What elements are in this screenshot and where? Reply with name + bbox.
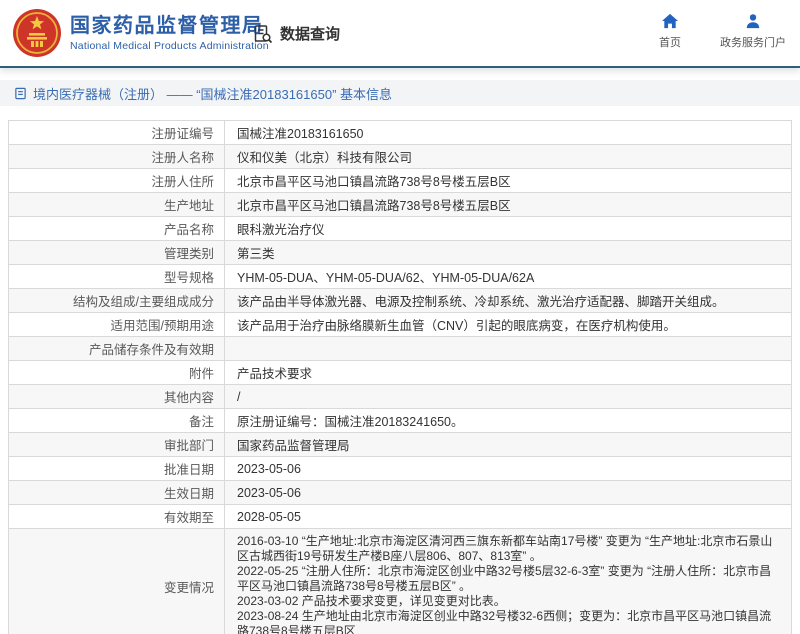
- row-value: YHM-05-DUA、YHM-05-DUA/62、YHM-05-DUA/62A: [225, 265, 791, 288]
- row-label: 管理类别: [9, 241, 225, 264]
- table-row: 有效期至2028-05-05: [9, 505, 791, 529]
- table-row: 适用范围/预期用途该产品用于治疗由脉络膜新生血管（CNV）引起的眼底病变，在医疗…: [9, 313, 791, 337]
- registration-info-table: 注册证编号国械注准20183161650 注册人名称仪和仪美（北京）科技有限公司…: [8, 120, 792, 634]
- nav-item-home[interactable]: 首页: [650, 13, 690, 50]
- row-label: 适用范围/预期用途: [9, 313, 225, 336]
- row-value: 2023-05-06: [225, 481, 791, 504]
- row-value: 北京市昌平区马池口镇昌流路738号8号楼五层B区: [225, 169, 791, 192]
- row-label: 产品名称: [9, 217, 225, 240]
- table-row: 附件产品技术要求: [9, 361, 791, 385]
- breadcrumb: 境内医疗器械（注册） —— “国械注准20183161650” 基本信息: [0, 80, 800, 106]
- row-value: [225, 337, 791, 360]
- document-search-icon: [253, 24, 273, 44]
- row-label: 注册人住所: [9, 169, 225, 192]
- site-subtitle: National Medical Products Administration: [70, 40, 269, 52]
- nmpa-logo[interactable]: 国家药品监督管理局 National Medical Products Admi…: [12, 8, 269, 58]
- row-label: 附件: [9, 361, 225, 384]
- national-emblem-icon: [12, 8, 62, 58]
- table-row: 生产地址北京市昌平区马池口镇昌流路738号8号楼五层B区: [9, 193, 791, 217]
- table-row: 生效日期2023-05-06: [9, 481, 791, 505]
- row-label: 产品储存条件及有效期: [9, 337, 225, 360]
- breadcrumb-text: 境内医疗器械（注册） —— “国械注准20183161650” 基本信息: [33, 84, 392, 103]
- row-value: 产品技术要求: [225, 361, 791, 384]
- row-label: 注册人名称: [9, 145, 225, 168]
- row-label: 生产地址: [9, 193, 225, 216]
- nav-item-gov-portal-label: 政务服务门户: [720, 34, 786, 50]
- nav-item-gov-portal[interactable]: 政务服务门户: [720, 13, 786, 50]
- tab-data-query[interactable]: 数据查询: [253, 23, 340, 44]
- row-value: 2023-05-06: [225, 457, 791, 480]
- change-history-value: 2016-03-10 “生产地址:北京市海淀区清河西三旗东新都车站南17号楼” …: [225, 529, 791, 634]
- row-label: 注册证编号: [9, 121, 225, 144]
- row-label: 结构及组成/主要组成成分: [9, 289, 225, 312]
- table-row: 其他内容/: [9, 385, 791, 409]
- site-header: 国家药品监督管理局 National Medical Products Admi…: [0, 0, 800, 68]
- table-row: 产品储存条件及有效期: [9, 337, 791, 361]
- row-value: 仪和仪美（北京）科技有限公司: [225, 145, 791, 168]
- row-value: 2028-05-05: [225, 505, 791, 528]
- user-icon: [744, 13, 762, 29]
- row-label: 型号规格: [9, 265, 225, 288]
- row-value: 眼科激光治疗仪: [225, 217, 791, 240]
- site-title: 国家药品监督管理局: [70, 14, 269, 38]
- table-row: 结构及组成/主要组成成分该产品由半导体激光器、电源及控制系统、冷却系统、激光治疗…: [9, 289, 791, 313]
- table-row: 管理类别第三类: [9, 241, 791, 265]
- row-label: 变更情况: [9, 529, 225, 634]
- top-nav: 首页 政务服务门户: [650, 13, 786, 50]
- row-value: 该产品用于治疗由脉络膜新生血管（CNV）引起的眼底病变，在医疗机构使用。: [225, 313, 791, 336]
- document-icon: [14, 87, 27, 100]
- row-label: 有效期至: [9, 505, 225, 528]
- row-label: 批准日期: [9, 457, 225, 480]
- table-row: 审批部门国家药品监督管理局: [9, 433, 791, 457]
- home-icon: [661, 13, 679, 29]
- row-value: 北京市昌平区马池口镇昌流路738号8号楼五层B区: [225, 193, 791, 216]
- table-row: 批准日期2023-05-06: [9, 457, 791, 481]
- row-label: 审批部门: [9, 433, 225, 456]
- row-value: 原注册证编号：国械注准20183241650。: [225, 409, 791, 432]
- tab-data-query-label: 数据查询: [280, 23, 340, 44]
- row-value: 该产品由半导体激光器、电源及控制系统、冷却系统、激光治疗适配器、脚踏开关组成。: [225, 289, 791, 312]
- row-value: 国家药品监督管理局: [225, 433, 791, 456]
- row-value: 国械注准20183161650: [225, 121, 791, 144]
- row-label: 生效日期: [9, 481, 225, 504]
- table-row: 注册人名称仪和仪美（北京）科技有限公司: [9, 145, 791, 169]
- table-row: 注册证编号国械注准20183161650: [9, 121, 791, 145]
- row-label: 其他内容: [9, 385, 225, 408]
- table-row: 型号规格YHM-05-DUA、YHM-05-DUA/62、YHM-05-DUA/…: [9, 265, 791, 289]
- table-row: 注册人住所北京市昌平区马池口镇昌流路738号8号楼五层B区: [9, 169, 791, 193]
- table-row: 产品名称眼科激光治疗仪: [9, 217, 791, 241]
- row-value: 第三类: [225, 241, 791, 264]
- table-row-change-history: 变更情况 2016-03-10 “生产地址:北京市海淀区清河西三旗东新都车站南1…: [9, 529, 791, 634]
- row-label: 备注: [9, 409, 225, 432]
- nav-item-home-label: 首页: [659, 34, 681, 50]
- row-value: /: [225, 385, 791, 408]
- table-row: 备注原注册证编号：国械注准20183241650。: [9, 409, 791, 433]
